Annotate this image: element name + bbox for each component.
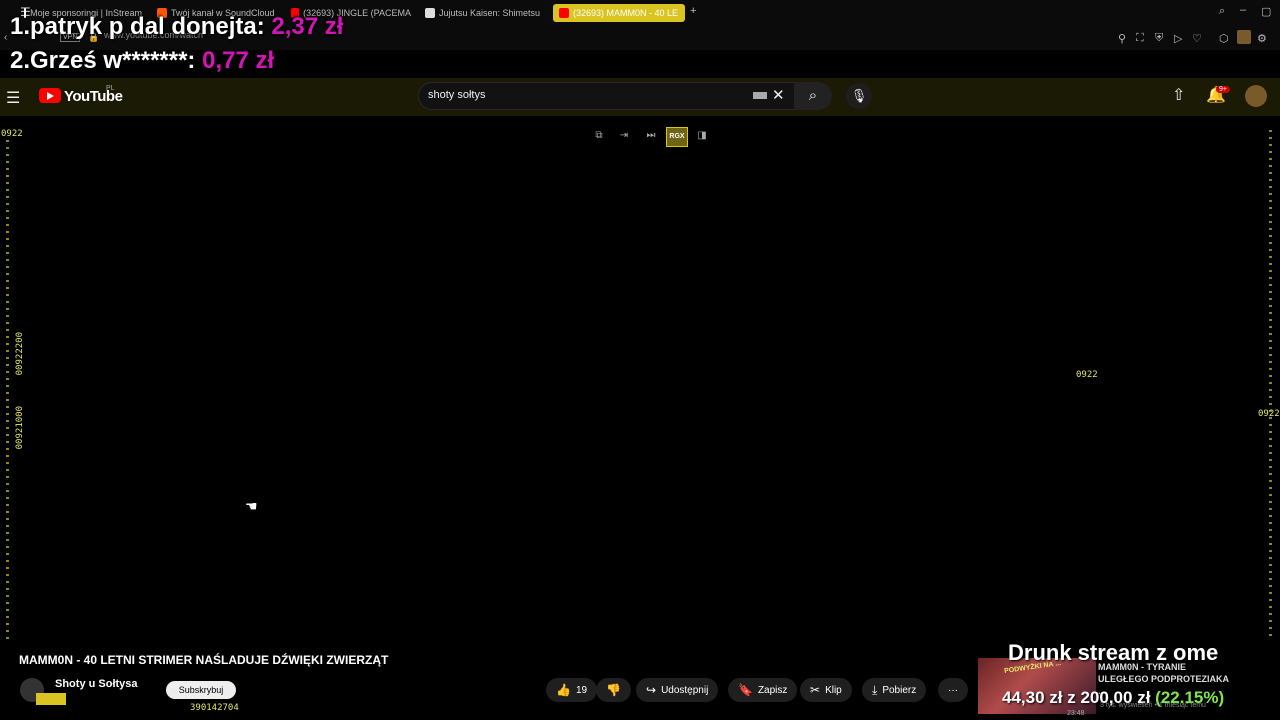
channel-name[interactable]: Shoty u Sołtysa [55,678,138,690]
snapshot-icon[interactable]: ⛶ [1136,32,1144,45]
new-tab-button[interactable]: + [690,5,696,17]
extension-icon[interactable]: ⬡ [1219,32,1229,45]
share-icon: ↪ [646,683,657,697]
search-query[interactable]: shoty sołtys [428,89,485,101]
thumbs-up-icon: 👍 [556,683,571,697]
clear-search-icon[interactable]: ✕ [772,86,785,104]
goal-of: z [1067,688,1076,707]
share-label: Udostępnij [661,684,709,696]
exit-icon[interactable]: ⇥ [614,127,634,145]
upload-icon[interactable]: ⇧ [1172,85,1185,105]
settings-icon[interactable]: ⚙ [1257,32,1267,45]
avatar[interactable] [1245,85,1267,107]
clip-button[interactable]: ✂ Klip [800,678,852,702]
donation-line-1: 1.patryk p dal donejta: 2,37 zł [10,13,343,41]
vertical-marker: 00921000 [15,406,25,450]
bookmark-icon: 🔖 [738,683,753,697]
region-label: PL [106,85,115,92]
tab-mammon-active[interactable]: (32693) MAMM0N - 40 LE [553,4,685,22]
minimize-icon[interactable]: – [1240,4,1246,16]
miniplayer-icon[interactable]: ⧉ [589,127,609,145]
donation-text: 1.patryk p dal donejta: [10,13,272,40]
tab-label: (32693) MAMM0N - 40 LE [573,8,679,18]
notifications-badge: 9+ [1216,86,1230,93]
scissors-icon: ✂ [810,683,821,697]
heart-icon[interactable]: ♡ [1192,32,1202,45]
goal-current: 44,30 zł [1002,688,1063,707]
tab-label: Jujutsu Kaisen: Shimetsu [439,8,541,18]
donation-amount: 2,37 zł [271,13,344,40]
marker-label: 0922 [1,129,23,139]
stream-title: Drunk stream z ome [1008,640,1219,665]
maximize-icon[interactable]: ▢ [1261,5,1271,18]
side-video-views: 3 tys. wyświetleń • 1 miesiąc temu [1100,702,1206,709]
dislike-button[interactable]: 👎 [596,678,631,702]
play-icon[interactable]: ▷ [1174,32,1182,45]
mouse-cursor-icon: ☚ [245,498,258,514]
video-title: MAMM0N - 40 LETNI STRIMER NAŚLADUJE DŹWI… [19,653,389,667]
menu-icon[interactable]: ☰ [6,88,20,108]
next-icon[interactable]: ⏭ [641,127,661,145]
share-button[interactable]: ↪ Udostępnij [636,678,719,702]
search-button[interactable]: ⌕ [794,82,832,110]
save-button[interactable]: 🔖 Zapisz [728,678,798,702]
marker-label: 0922 [1258,409,1280,419]
youtube-logo-icon[interactable] [39,88,61,103]
download-icon: ⤓ [872,682,878,697]
like-button[interactable]: 👍 19 [546,678,598,702]
voice-search-button[interactable]: 🎙 [846,83,872,109]
right-marker-column [1269,130,1272,640]
marker-label: 0922 [1076,370,1098,380]
keyboard-icon[interactable] [753,92,767,99]
donation-amount: 0,77 zł [202,47,275,74]
donation-line-2: 2.Grześ w*******: 0,77 zł [10,47,274,75]
subscribe-button[interactable]: Subskrybuj [166,681,236,699]
pin-icon[interactable]: ⚲ [1118,32,1126,45]
download-button[interactable]: ⤓ Pobierz [862,678,927,702]
download-label: Pobierz [882,684,917,696]
theater-icon[interactable]: ◨ [692,127,712,145]
search-icon: ⌕ [808,87,818,104]
save-label: Zapisz [757,684,788,696]
yellow-overlay-block [36,693,66,705]
clip-label: Klip [825,684,842,696]
tab-jujutsu[interactable]: Jujutsu Kaisen: Shimetsu [425,4,545,22]
youtube-icon [559,8,569,18]
clock: 23:48 [1067,710,1085,717]
more-label: ··· [948,684,958,696]
like-count: 19 [575,684,588,696]
more-actions-button[interactable]: ··· [938,678,968,702]
page-icon [425,8,435,18]
vertical-marker: 00922200 [15,332,25,376]
thumbs-down-icon: 👎 [606,683,621,697]
search-tabs-icon[interactable]: ⌕ [1219,5,1225,18]
microphone-icon: 🎙 [850,88,868,103]
profile-icon[interactable] [1237,30,1251,44]
shield-icon[interactable]: ⛨ [1155,32,1163,45]
marker-numbers: 390142704 [190,703,239,713]
left-marker-column [6,140,9,640]
back-icon[interactable]: ‹ [4,32,7,43]
donation-text: 2.Grześ w*******: [10,47,203,74]
rgx-toggle[interactable]: RGX [666,127,688,147]
